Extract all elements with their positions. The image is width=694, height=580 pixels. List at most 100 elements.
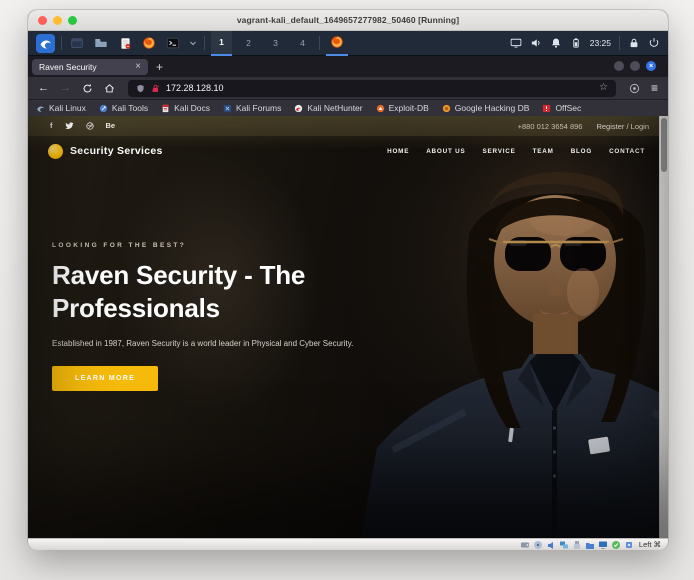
bookmark-star-icon[interactable]: ☆: [599, 83, 608, 93]
titlebar[interactable]: vagrant-kali_default_1649657277982_50460…: [28, 10, 668, 31]
text-editor-button[interactable]: [116, 34, 134, 52]
insecure-lock-icon[interactable]: [151, 84, 160, 93]
audio-icon[interactable]: [546, 540, 556, 550]
workspace-1[interactable]: 1: [211, 31, 232, 56]
panel-separator: [204, 36, 205, 50]
bookmark-google-hacking-db[interactable]: Google Hacking DB: [442, 103, 530, 113]
hero-kicker: LOOKING FOR THE BEST?: [52, 242, 392, 249]
nav-item-service[interactable]: SERVICE: [483, 148, 516, 155]
new-tab-button[interactable]: +: [156, 60, 163, 74]
workspace-2[interactable]: 2: [238, 31, 259, 56]
terminal-button[interactable]: [164, 34, 182, 52]
hero-section: LOOKING FOR THE BEST? Raven Security - T…: [52, 242, 392, 391]
terminal-dropdown-caret-icon[interactable]: [188, 34, 198, 52]
twitter-icon[interactable]: [65, 122, 74, 130]
battery-icon[interactable]: [570, 37, 582, 49]
learn-more-button[interactable]: LEARN MORE: [52, 366, 158, 391]
nav-item-team[interactable]: TEAM: [533, 148, 554, 155]
clock[interactable]: 23:25: [590, 38, 611, 48]
network-icon[interactable]: [559, 540, 569, 550]
nav-item-contact[interactable]: CONTACT: [609, 148, 645, 155]
bookmark-offsec[interactable]: OffSec: [542, 103, 581, 113]
firefox-window-buttons: ×: [614, 61, 656, 71]
usb-icon[interactable]: [572, 540, 582, 550]
bookmark-kali-nethunter[interactable]: Kali NetHunter: [294, 103, 362, 113]
minimize-window-button[interactable]: [614, 61, 624, 71]
forward-button[interactable]: →: [60, 83, 71, 94]
site-logo-icon[interactable]: [48, 144, 63, 159]
kali-nethunter-favicon-icon: [294, 104, 303, 113]
tracking-protection-shield-icon[interactable]: [136, 84, 145, 93]
panel-separator: [61, 36, 62, 50]
hero-title-line2: Professionals: [52, 292, 392, 325]
bookmark-kali-tools[interactable]: Kali Tools: [99, 103, 148, 113]
workspace-4[interactable]: 4: [292, 31, 313, 56]
hard-disk-icon[interactable]: [520, 540, 530, 550]
log-out-icon[interactable]: [648, 37, 660, 49]
register-login-link[interactable]: Register / Login: [596, 122, 649, 131]
extensions-icon[interactable]: [629, 83, 640, 94]
minimize-button[interactable]: [53, 16, 62, 25]
nav-item-about-us[interactable]: ABOUT US: [426, 148, 465, 155]
volume-icon[interactable]: [530, 37, 542, 49]
tab-raven-security[interactable]: Raven Security ×: [32, 59, 148, 75]
bookmarks-bar: Kali Linux Kali Tools Kali Docs Kali For…: [28, 99, 668, 116]
kali-menu-button[interactable]: [36, 34, 55, 53]
bookmark-kali-docs[interactable]: Kali Docs: [161, 103, 210, 113]
facebook-icon[interactable]: f: [50, 122, 53, 130]
reload-button[interactable]: [82, 83, 93, 94]
shared-folders-icon[interactable]: [585, 540, 595, 550]
nav-item-blog[interactable]: BLOG: [571, 148, 592, 155]
tab-close-icon[interactable]: ×: [135, 62, 141, 72]
virtualbox-status-bar: Left ⌘: [28, 538, 668, 550]
menu-button[interactable]: ≡: [651, 82, 658, 94]
document-icon: [119, 37, 132, 50]
panel-separator: [619, 36, 620, 50]
site-topbar: f Be +880 012 3654 896 Register / Login: [28, 116, 659, 136]
folder-icon: [94, 36, 108, 50]
home-button[interactable]: [104, 83, 115, 94]
kali-dragon-icon: [39, 37, 52, 50]
close-button[interactable]: [38, 16, 47, 25]
optical-drive-icon[interactable]: [533, 540, 543, 550]
vbox-status-icons: [520, 540, 634, 550]
bookmark-exploit-db[interactable]: Exploit-DB: [376, 103, 429, 113]
traffic-lights: [38, 10, 77, 30]
terminal-icon: [166, 36, 180, 50]
file-manager-button[interactable]: [92, 34, 110, 52]
maximize-window-button[interactable]: [630, 61, 640, 71]
taskbar-firefox-window[interactable]: [326, 31, 348, 56]
show-desktop-button[interactable]: [68, 34, 86, 52]
kali-linux-favicon-icon: [36, 104, 45, 113]
url-text[interactable]: 172.28.128.10: [166, 83, 593, 93]
scrollbar-thumb[interactable]: [661, 118, 667, 172]
site-brand[interactable]: Security Services: [70, 145, 163, 157]
back-button[interactable]: ←: [38, 83, 49, 94]
bookmark-kali-linux[interactable]: Kali Linux: [36, 103, 86, 113]
display-settings-icon[interactable]: [510, 37, 522, 49]
phone-number: +880 012 3654 896: [518, 122, 583, 131]
google-hacking-db-favicon-icon: [442, 104, 451, 113]
close-window-button[interactable]: ×: [646, 61, 656, 71]
lock-screen-icon[interactable]: [628, 37, 640, 49]
kali-tools-favicon-icon: [99, 104, 108, 113]
session-ok-icon[interactable]: [611, 540, 621, 550]
nav-item-home[interactable]: HOME: [387, 148, 409, 155]
desktop: vagrant-kali_default_1649657277982_50460…: [0, 0, 694, 580]
zoom-button[interactable]: [68, 16, 77, 25]
behance-icon[interactable]: Be: [106, 122, 116, 130]
page-scrollbar[interactable]: [659, 116, 668, 538]
social-links: f Be: [50, 122, 115, 130]
exploit-db-favicon-icon: [376, 104, 385, 113]
host-key-indicator: Left ⌘: [639, 540, 661, 549]
dribbble-icon[interactable]: [86, 122, 94, 130]
virtualbox-window: vagrant-kali_default_1649657277982_50460…: [28, 10, 668, 549]
system-tray: 23:25: [510, 36, 660, 50]
url-bar[interactable]: 172.28.128.10 ☆: [128, 80, 616, 97]
firefox-launcher-button[interactable]: [140, 34, 158, 52]
bookmark-kali-forums[interactable]: Kali Forums: [223, 103, 281, 113]
mouse-integration-icon[interactable]: [624, 540, 634, 550]
workspace-3[interactable]: 3: [265, 31, 286, 56]
notifications-bell-icon[interactable]: [550, 37, 562, 49]
display-icon[interactable]: [598, 540, 608, 550]
